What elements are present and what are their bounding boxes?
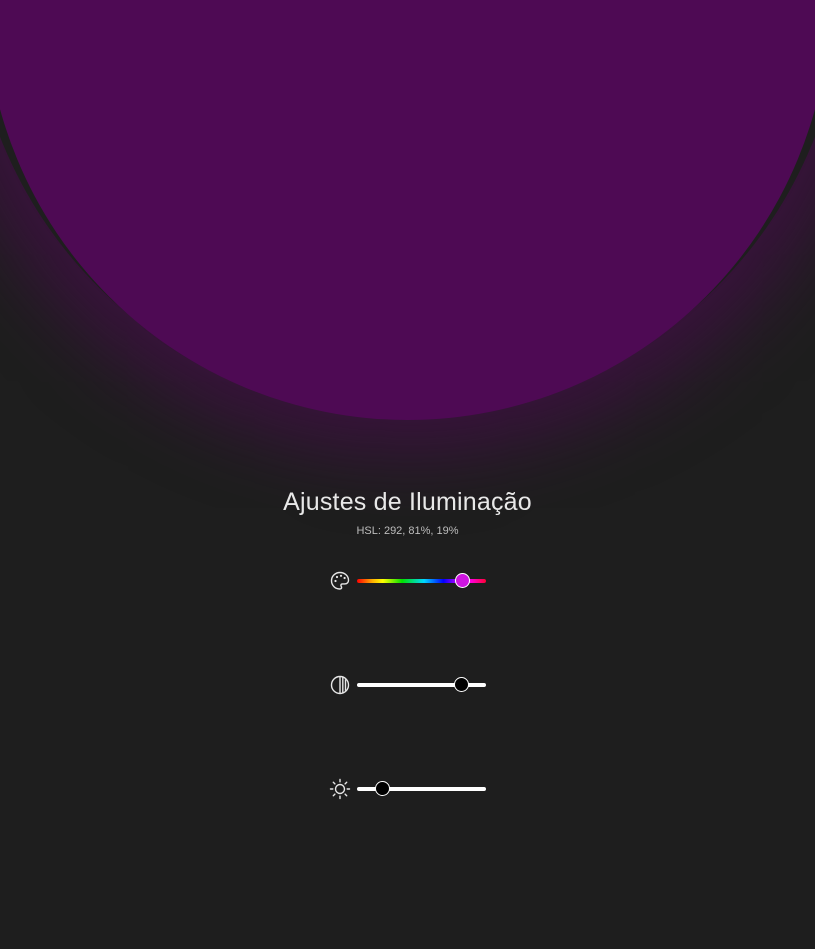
- settings-panel: Ajustes de Iluminação HSL: 292, 81%, 19%: [0, 486, 815, 538]
- saturation-control: [329, 673, 489, 697]
- lightness-slider-track[interactable]: [357, 781, 486, 796]
- light-preview-orb: [0, 0, 815, 420]
- palette-icon: [329, 570, 351, 592]
- page-title: Ajustes de Iluminação: [283, 488, 532, 516]
- hue-control: [329, 569, 489, 593]
- lightness-control: [329, 777, 489, 801]
- saturation-slider-thumb[interactable]: [454, 677, 470, 692]
- lightness-slider-thumb[interactable]: [374, 781, 390, 796]
- hue-slider-thumb[interactable]: [454, 573, 470, 588]
- saturation-slider-track[interactable]: [357, 677, 486, 692]
- hue-slider-track[interactable]: [357, 573, 486, 588]
- contrast-icon: [329, 674, 351, 696]
- hsl-readout: HSL: 292, 81%, 19%: [356, 525, 459, 537]
- sun-icon: [329, 778, 351, 800]
- lighting-stage: Ajustes de Iluminação HSL: 292, 81%, 19%: [0, 0, 815, 949]
